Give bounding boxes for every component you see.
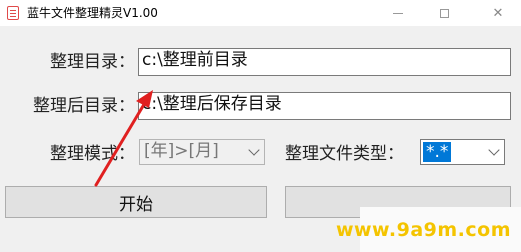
watermark-text: www.9a9m.com: [335, 219, 511, 241]
watermark: www.9a9m.com: [336, 207, 521, 252]
